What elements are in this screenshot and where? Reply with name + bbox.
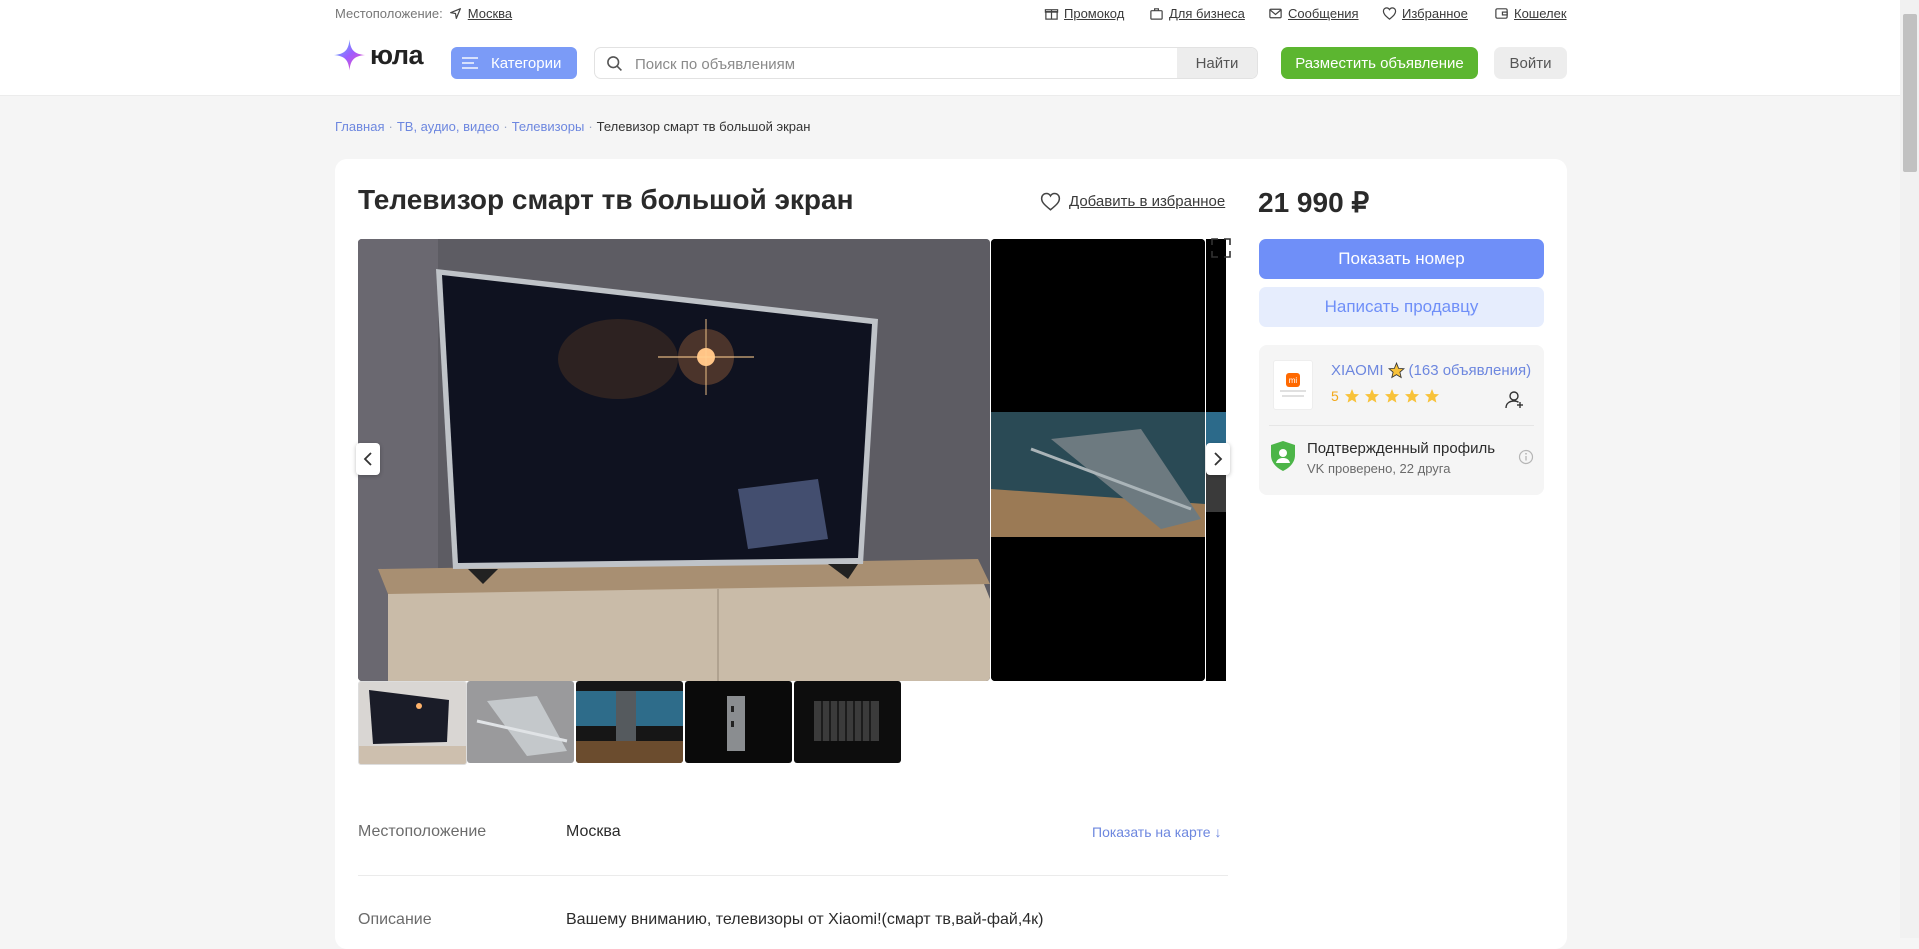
description-row-label: Описание bbox=[358, 911, 432, 928]
add-to-favorites-button[interactable]: Добавить в избранное bbox=[1040, 192, 1225, 211]
rating-star-icon bbox=[1404, 389, 1419, 403]
thumbnail-2[interactable] bbox=[467, 681, 574, 763]
post-ad-button[interactable]: Разместить объявление bbox=[1281, 47, 1478, 79]
login-button[interactable]: Войти bbox=[1494, 47, 1567, 79]
thumbnail-image bbox=[576, 681, 683, 763]
photo-gallery[interactable] bbox=[358, 239, 1226, 681]
price: 21 990 ₽ bbox=[1258, 187, 1370, 218]
second-photo[interactable] bbox=[991, 239, 1205, 681]
thumbnail-image bbox=[467, 681, 574, 763]
messages-label: Сообщения bbox=[1288, 6, 1359, 21]
chevron-right-icon bbox=[1214, 452, 1223, 466]
search-button[interactable]: Найти bbox=[1177, 48, 1257, 78]
messages-link[interactable]: Сообщения bbox=[1268, 6, 1359, 21]
seller-listing-count: (163 объявления) bbox=[1408, 362, 1532, 379]
tv-photo-image bbox=[358, 239, 990, 681]
listing-title: Телевизор смарт тв большой экран bbox=[358, 184, 854, 215]
gallery-next-button[interactable] bbox=[1206, 443, 1230, 475]
divider bbox=[1269, 425, 1534, 426]
description-row-value: Вашему вниманию, телевизоры от Xiaomi!(с… bbox=[566, 911, 1044, 928]
search-box: Найти bbox=[594, 47, 1258, 79]
star-badge-icon bbox=[1387, 362, 1405, 379]
favorites-link[interactable]: Избранное bbox=[1382, 6, 1468, 21]
site-header: Местоположение: Москва Промокод Для бизн… bbox=[0, 0, 1900, 96]
thumbnail-5[interactable] bbox=[794, 681, 901, 763]
seller-name-row[interactable]: XIAOMI (163 объявления) bbox=[1331, 362, 1531, 379]
search-input[interactable] bbox=[633, 48, 1177, 78]
favorites-label: Избранное bbox=[1402, 6, 1468, 21]
info-icon[interactable] bbox=[1518, 449, 1534, 465]
rating-star-icon bbox=[1424, 389, 1439, 403]
star-logo-icon bbox=[333, 39, 366, 71]
location-bar: Местоположение: Москва bbox=[335, 6, 512, 21]
chevron-left-icon bbox=[363, 452, 372, 466]
seller-card: mi XIAOMI (163 объявления) 5 Подтвержден… bbox=[1259, 345, 1544, 495]
business-label: Для бизнеса bbox=[1169, 6, 1245, 21]
categories-button[interactable]: Категории bbox=[451, 47, 577, 79]
verified-subtitle: VK проверено, 22 друга bbox=[1307, 461, 1451, 476]
wallet-icon bbox=[1495, 8, 1508, 19]
add-to-favorites-label: Добавить в избранное bbox=[1069, 193, 1226, 210]
menu-lines-icon bbox=[462, 57, 478, 69]
location-arrow-icon bbox=[449, 8, 461, 19]
breadcrumb-home[interactable]: Главная bbox=[335, 119, 384, 134]
business-link[interactable]: Для бизнеса bbox=[1149, 6, 1245, 21]
scrollbar-thumb[interactable] bbox=[1903, 14, 1917, 172]
search-icon bbox=[607, 56, 622, 71]
wallet-label: Кошелек bbox=[1514, 6, 1567, 21]
thumbnail-image bbox=[794, 681, 901, 763]
breadcrumb-current: Телевизор смарт тв большой экран bbox=[596, 119, 811, 134]
breadcrumb: Главная · ТВ, аудио, видео · Телевизоры · Теле… bbox=[335, 119, 811, 134]
wallet-link[interactable]: Кошелек bbox=[1494, 6, 1567, 21]
subscribe-user-icon[interactable] bbox=[1503, 388, 1525, 410]
heart-icon bbox=[1382, 7, 1397, 20]
avatar-line bbox=[1282, 395, 1304, 397]
seller-name: XIAOMI bbox=[1331, 362, 1384, 379]
promo-link[interactable]: Промокод bbox=[1044, 6, 1124, 21]
thumbnail-1[interactable] bbox=[358, 681, 467, 765]
verified-title: Подтвержденный профиль bbox=[1307, 440, 1496, 457]
tv-stand-photo-image bbox=[991, 239, 1205, 681]
rating-stars bbox=[1344, 388, 1440, 404]
promo-label: Промокод bbox=[1064, 6, 1125, 21]
main-photo[interactable] bbox=[358, 239, 990, 681]
location-city-link[interactable]: Москва bbox=[468, 6, 512, 21]
avatar-line bbox=[1280, 390, 1306, 392]
seller-avatar[interactable]: mi bbox=[1273, 360, 1313, 410]
gift-icon bbox=[1044, 9, 1059, 20]
location-row-label: Местоположение bbox=[358, 823, 487, 840]
location-row-value: Москва bbox=[566, 823, 621, 840]
briefcase-icon bbox=[1150, 8, 1163, 20]
show-phone-button[interactable]: Показать номер bbox=[1259, 239, 1544, 279]
logo[interactable]: юла bbox=[333, 38, 424, 72]
logo-text: юла bbox=[370, 39, 424, 70]
show-on-map-link[interactable]: Показать на карте ↓ bbox=[1092, 824, 1221, 840]
thumbnail-4[interactable] bbox=[685, 681, 792, 763]
categories-label: Категории bbox=[491, 54, 562, 72]
rating-star-icon bbox=[1344, 389, 1359, 403]
seller-rating: 5 bbox=[1331, 388, 1440, 404]
rating-star-icon bbox=[1384, 389, 1399, 403]
page-scrollbar[interactable] bbox=[1900, 0, 1919, 938]
verified-shield-icon bbox=[1271, 441, 1295, 471]
location-label: Местоположение: bbox=[335, 6, 443, 21]
write-seller-button[interactable]: Написать продавцу bbox=[1259, 287, 1544, 327]
envelope-icon bbox=[1269, 8, 1282, 19]
rating-value: 5 bbox=[1331, 388, 1339, 404]
thumbnail-image bbox=[359, 682, 466, 764]
breadcrumb-tvs[interactable]: Телевизоры bbox=[512, 119, 585, 134]
fullscreen-icon[interactable] bbox=[1210, 237, 1232, 259]
gallery-prev-button[interactable] bbox=[356, 443, 380, 475]
thumbnail-3[interactable] bbox=[576, 681, 683, 763]
heart-outline-icon bbox=[1040, 192, 1061, 211]
divider bbox=[358, 875, 1228, 876]
rating-star-icon bbox=[1364, 389, 1379, 403]
xiaomi-logo-icon: mi bbox=[1286, 373, 1300, 387]
thumbnail-image bbox=[685, 681, 792, 763]
breadcrumb-tv-audio-video[interactable]: ТВ, аудио, видео bbox=[397, 119, 500, 134]
